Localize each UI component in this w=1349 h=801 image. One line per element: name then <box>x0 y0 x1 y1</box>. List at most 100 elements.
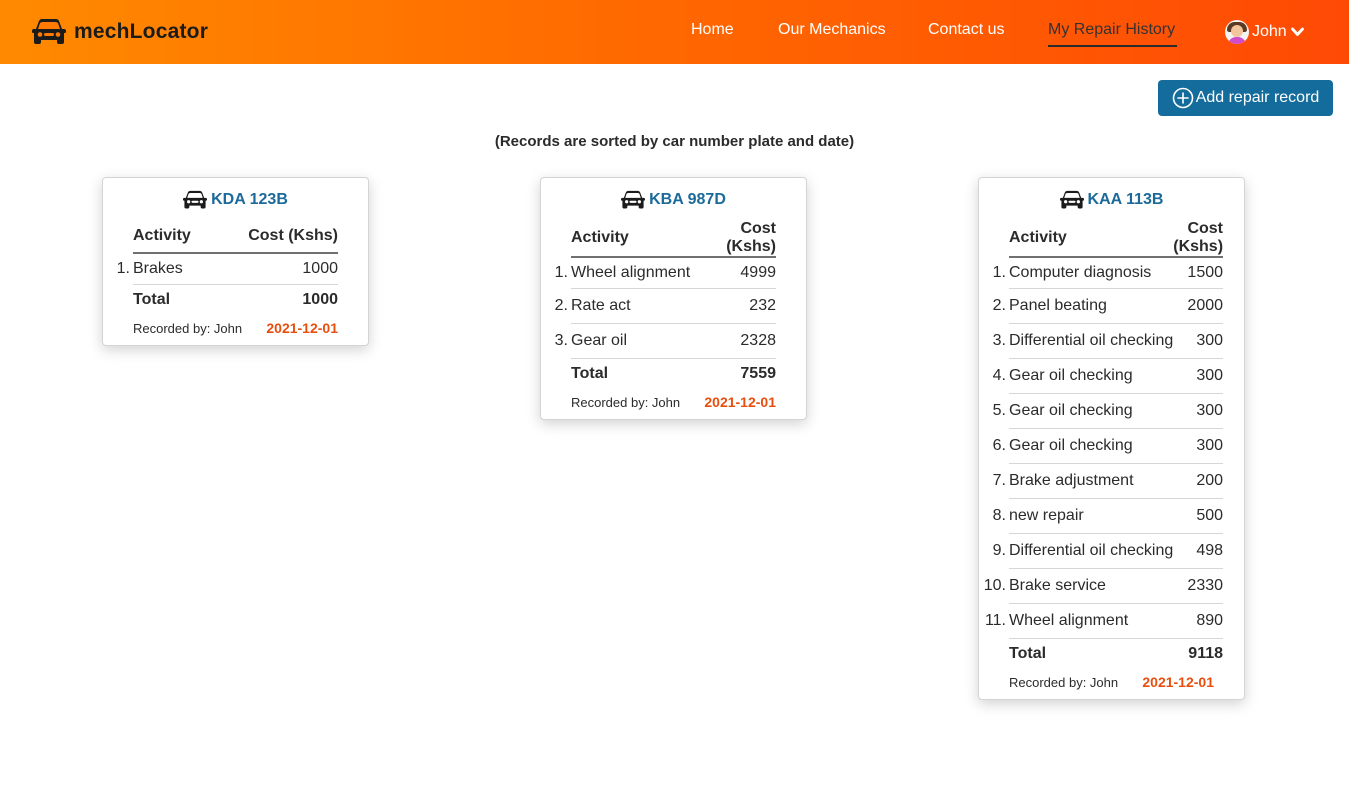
cost-cell: 2000 <box>1173 287 1224 323</box>
row-index: 2. <box>992 296 1006 314</box>
brand[interactable]: mechLocator <box>32 17 208 47</box>
table-row: 1. Computer diagnosis 1500 <box>993 257 1224 288</box>
activity-name: Gear oil checking <box>1009 436 1133 454</box>
table-row: 1. Brakes 1000 <box>117 253 338 284</box>
repair-table: Activity Cost (Kshs) 1. Brakes 1000 Total 10… <box>117 220 338 315</box>
car-icon <box>183 190 208 209</box>
table-row: 8. new repair 500 <box>993 497 1224 533</box>
activity-name: Wheel alignment <box>1009 611 1129 629</box>
row-index: 2. <box>554 296 568 314</box>
cost-cell: 300 <box>1173 392 1224 428</box>
activity-name: Panel beating <box>1009 296 1107 314</box>
record-footer: Recorded by: John 2021-12-01 <box>1009 669 1214 699</box>
repair-table: Activity Cost (Kshs) 1. Computer diagnosi… <box>984 220 1224 669</box>
card-header: KBA 987D <box>541 178 806 220</box>
activity-cell: 1. Computer diagnosis <box>993 257 1173 288</box>
record-date: 2021-12-01 <box>704 394 776 410</box>
cost-cell: 232 <box>690 287 776 323</box>
repair-record-card: KDA 123B Activity Cost (Kshs) 1. Brakes 10… <box>102 177 369 346</box>
activity-name: Differential oil checking <box>1009 331 1174 349</box>
activity-name: Gear oil checking <box>1009 401 1133 419</box>
activity-name: Computer diagnosis <box>1009 263 1152 281</box>
total-value: 9118 <box>1173 637 1224 669</box>
total-label: Total <box>133 283 214 315</box>
activity-cell: 11. Wheel alignment <box>985 602 1174 638</box>
card-header: KAA 113B <box>979 178 1244 220</box>
col-header-activity: Activity <box>133 220 214 254</box>
active-nav-underline <box>1048 45 1177 47</box>
record-footer: Recorded by: John 2021-12-01 <box>571 389 776 419</box>
cost-cell: 2330 <box>1173 567 1224 603</box>
total-value: 7559 <box>690 357 776 389</box>
nav-contact-us[interactable]: Contact us <box>928 21 1004 39</box>
cost-cell: 1500 <box>1187 263 1224 281</box>
activity-cell: 1. Wheel alignment <box>555 257 691 288</box>
row-index: 11. <box>984 611 1006 629</box>
activity-cell: 9. Differential oil checking <box>993 532 1174 568</box>
row-index: 4. <box>992 366 1006 384</box>
row-index: 1. <box>116 259 130 277</box>
activity-cell: 10. Brake service <box>984 567 1174 603</box>
user-menu[interactable]: John <box>1225 20 1304 44</box>
table-row: 2. Panel beating 2000 <box>993 287 1224 323</box>
cost-cell: 890 <box>1173 602 1224 638</box>
row-index: 9. <box>992 541 1006 559</box>
activity-name: Differential oil checking <box>1009 541 1174 559</box>
activity-cell: 2. Panel beating <box>993 287 1174 323</box>
table-row: 3. Differential oil checking 300 <box>993 322 1224 358</box>
row-index: 6. <box>992 436 1006 454</box>
col-header-cost: Cost (Kshs) <box>213 220 338 254</box>
col-header-activity: Activity <box>1009 220 1174 258</box>
col-header-cost: Cost (Kshs) <box>690 220 776 258</box>
activity-name: Brake service <box>1009 576 1106 594</box>
total-row: Total 1000 <box>133 283 338 315</box>
nav-our-mechanics[interactable]: Our Mechanics <box>778 21 886 39</box>
car-icon <box>32 19 66 44</box>
row-index: 7. <box>992 471 1006 489</box>
activity-name: Brakes <box>133 259 183 277</box>
table-row: 6. Gear oil checking 300 <box>993 427 1224 463</box>
activity-name: Gear oil <box>571 331 628 349</box>
chevron-down-icon <box>1290 27 1304 36</box>
add-repair-record-label: Add repair record <box>1195 89 1320 106</box>
row-index: 5. <box>992 401 1006 419</box>
col-header-cost: Cost (Kshs) <box>1173 220 1224 258</box>
table-row: 11. Wheel alignment 890 <box>985 602 1224 638</box>
nav-my-repair-history[interactable]: My Repair History <box>1048 21 1175 39</box>
activity-name: Gear oil checking <box>1009 366 1133 384</box>
number-plate: KBA 987D <box>649 191 726 208</box>
cost-cell: 4999 <box>740 263 776 281</box>
table-row: 7. Brake adjustment 200 <box>993 462 1224 498</box>
table-row: 2. Rate act 232 <box>555 287 776 323</box>
activity-cell: 3. Gear oil <box>555 322 691 358</box>
add-repair-record-button[interactable]: Add repair record <box>1158 80 1333 116</box>
record-footer: Recorded by: John 2021-12-01 <box>133 315 338 345</box>
number-plate: KAA 113B <box>1087 191 1164 208</box>
table-row: 10. Brake service 2330 <box>984 567 1224 603</box>
car-icon <box>1059 190 1084 209</box>
recorded-by: Recorded by: John <box>1009 674 1119 690</box>
cost-cell: 300 <box>1173 322 1224 358</box>
navbar: mechLocator Home Our Mechanics Contact u… <box>0 0 1349 64</box>
recorded-by: Recorded by: John <box>571 394 681 410</box>
total-label: Total <box>571 357 691 389</box>
activity-name: Brake adjustment <box>1009 471 1134 489</box>
user-name: John <box>1252 23 1287 40</box>
activity-cell: 8. new repair <box>993 497 1174 533</box>
repair-record-card: KBA 987D Activity Cost (Kshs) 1. Wheel al… <box>540 177 807 420</box>
row-index: 8. <box>992 506 1006 524</box>
table-row: 4. Gear oil checking 300 <box>993 357 1224 393</box>
table-row: 3. Gear oil 2328 <box>555 322 776 358</box>
row-index: 3. <box>554 331 568 349</box>
repair-table: Activity Cost (Kshs) 1. Wheel alignment 49… <box>555 220 776 389</box>
total-label: Total <box>1009 637 1174 669</box>
sort-note: (Records are sorted by car number plate … <box>494 133 855 150</box>
activity-cell: 5. Gear oil checking <box>993 392 1174 428</box>
cost-cell: 1000 <box>302 259 338 277</box>
nav-home[interactable]: Home <box>691 21 734 39</box>
record-date: 2021-12-01 <box>1142 674 1214 690</box>
table-row: 1. Wheel alignment 4999 <box>555 257 776 288</box>
cost-cell: 2328 <box>690 322 776 358</box>
col-header-activity: Activity <box>571 220 691 258</box>
activity-cell: 3. Differential oil checking <box>993 322 1174 358</box>
